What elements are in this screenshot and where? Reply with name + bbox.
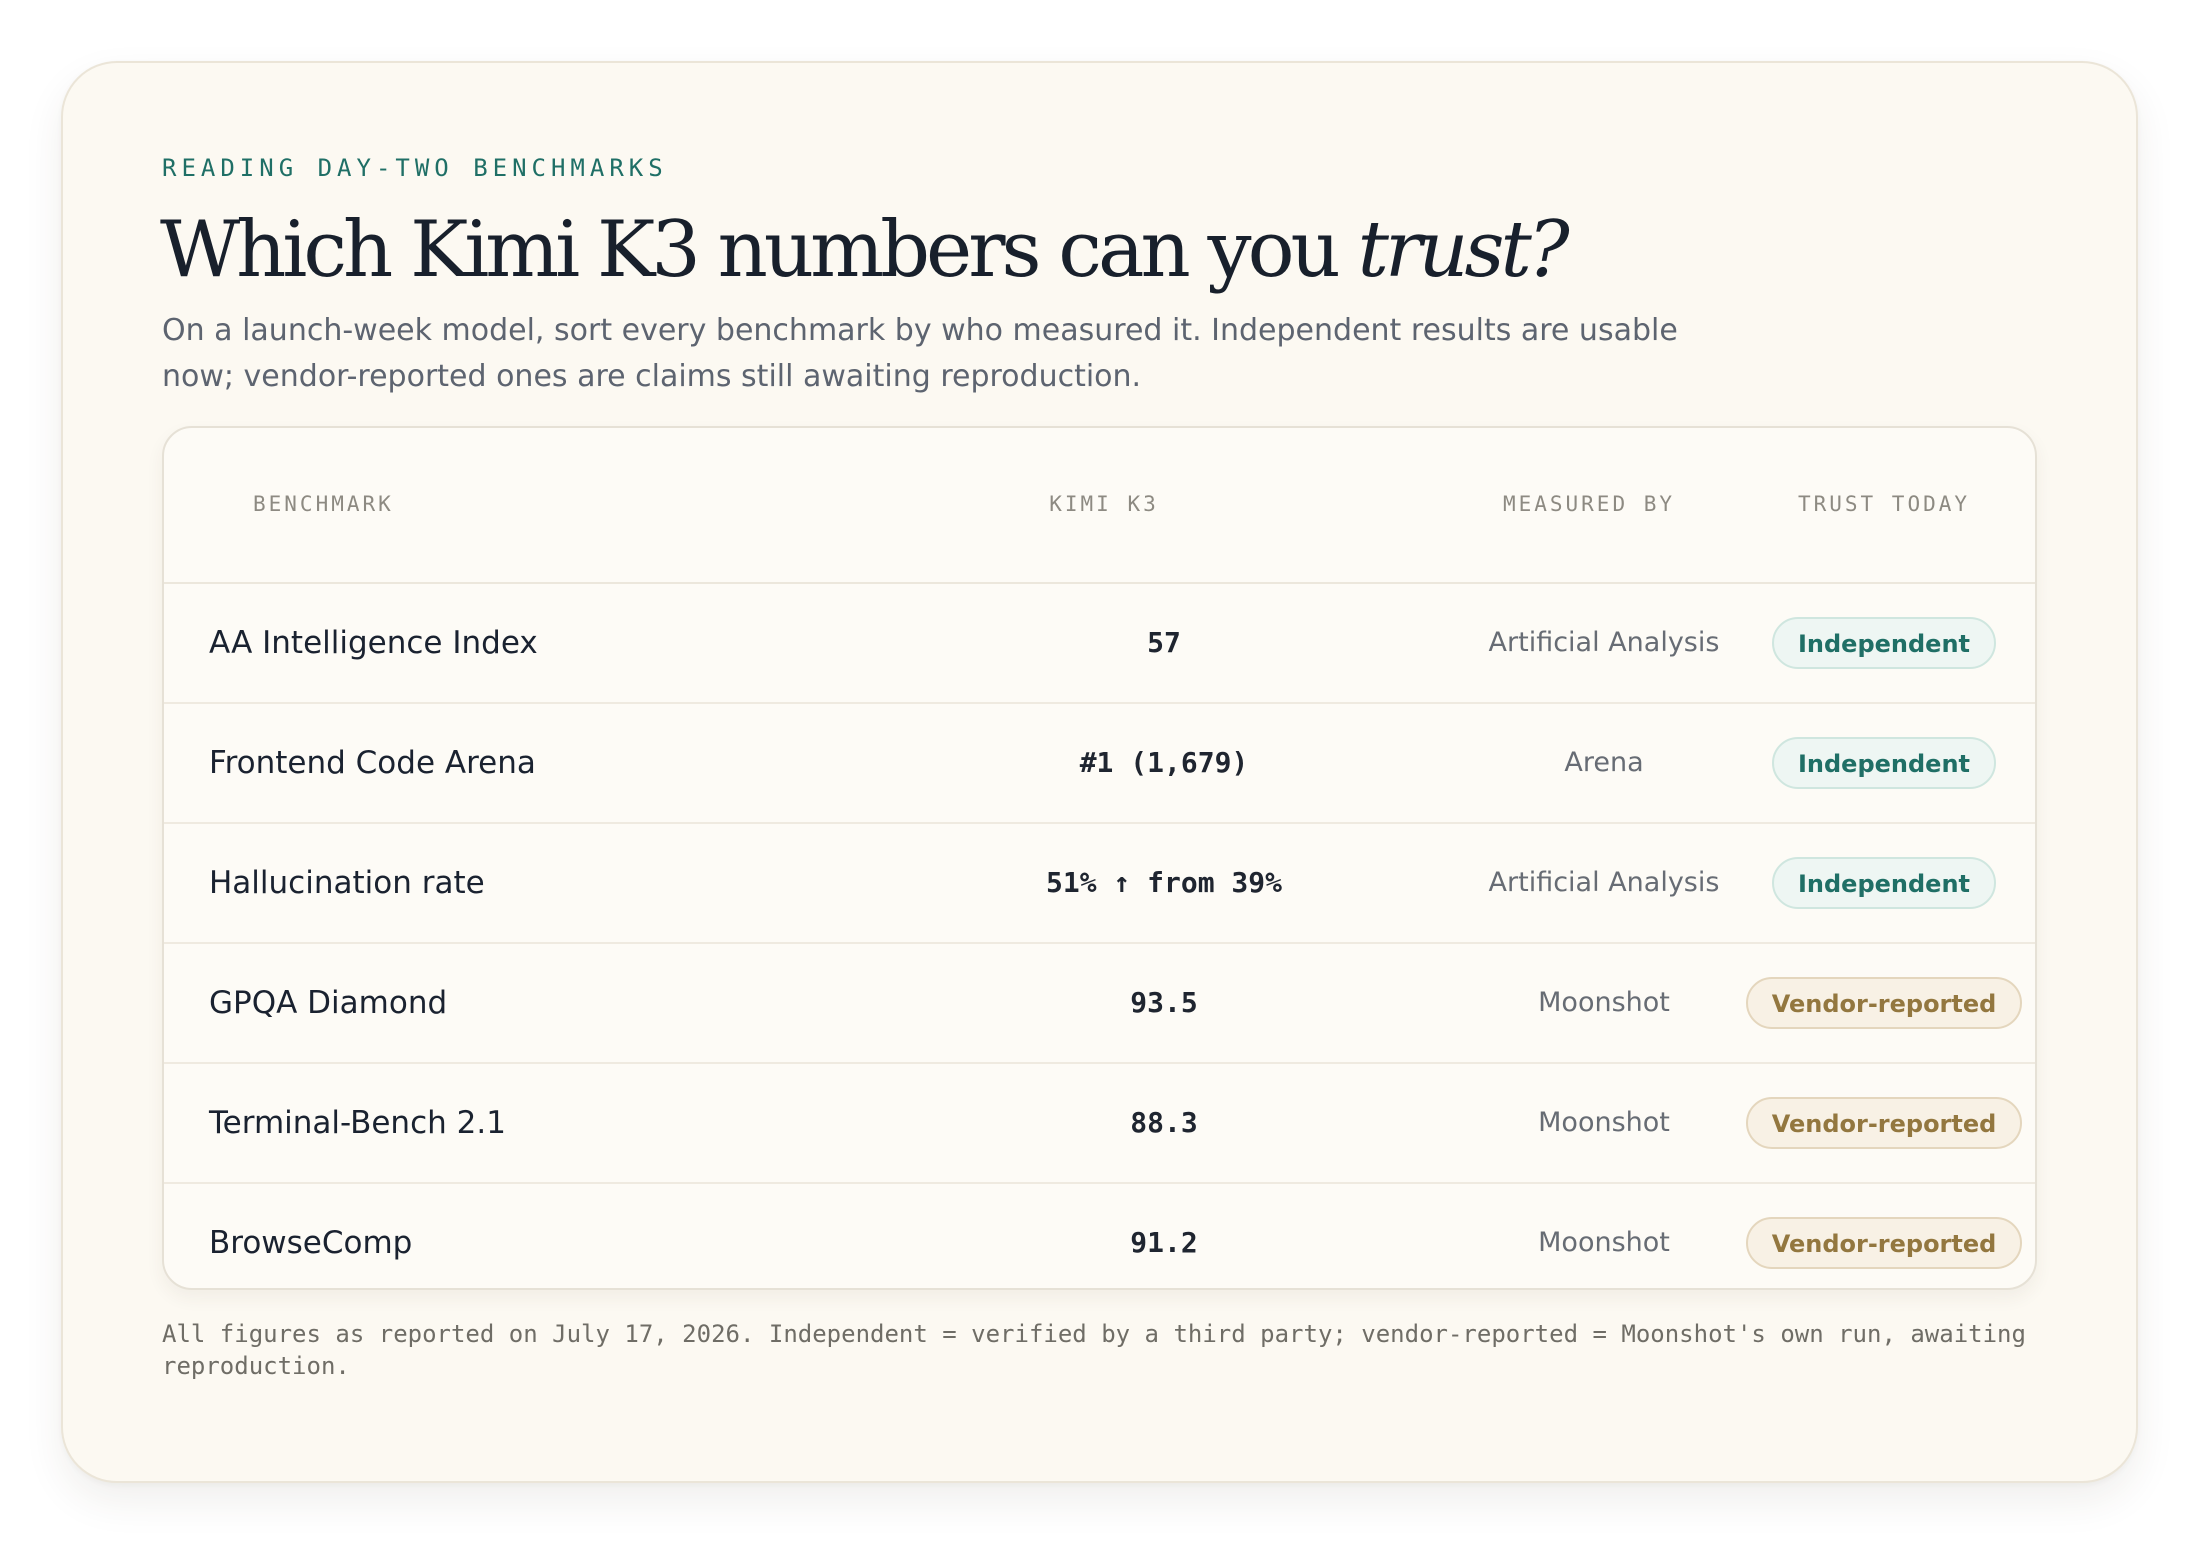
benchmark-table: BENCHMARK KIMI K3 MEASURED BY TRUST TODA… <box>162 426 2037 1290</box>
table-row: Hallucination rate 51% ↑ from 39% Artifici… <box>164 824 2035 944</box>
vendor-reported-badge: Vendor-reported <box>1745 977 2023 1029</box>
cell-trust: Independent <box>1754 704 2014 822</box>
cell-benchmark: BrowseComp <box>209 1225 413 1261</box>
cell-benchmark: Hallucination rate <box>209 865 485 901</box>
vendor-reported-badge: Vendor-reported <box>1745 1217 2023 1269</box>
footnote: All figures as reported on July 17, 2026… <box>162 1320 2026 1380</box>
independent-badge: Independent <box>1771 737 1997 789</box>
table-row: Terminal-Bench 2.1 88.3 Moonshot Vendor-rep… <box>164 1064 2035 1184</box>
cell-trust: Vendor-reported <box>1745 1064 2023 1182</box>
column-header-measured-by: MEASURED BY <box>1502 492 1676 516</box>
table-row: GPQA Diamond 93.5 Moonshot Vendor-reported <box>164 944 2035 1064</box>
cell-benchmark: Frontend Code Arena <box>209 745 536 781</box>
cell-trust: Vendor-reported <box>1745 1184 2023 1288</box>
cell-trust: Independent <box>1754 824 2014 942</box>
vendor-reported-badge: Vendor-reported <box>1745 1097 2023 1149</box>
eyebrow-label: READING DAY-TWO BENCHMARKS <box>162 154 668 182</box>
cell-benchmark: AA Intelligence Index <box>209 625 538 661</box>
table-row: BrowseComp 91.2 Moonshot Vendor-reported <box>164 1184 2035 1288</box>
independent-badge: Independent <box>1771 857 1997 909</box>
table-header: BENCHMARK KIMI K3 MEASURED BY TRUST TODA… <box>164 428 2035 584</box>
independent-badge: Independent <box>1771 617 1997 669</box>
cell-trust: Vendor-reported <box>1745 944 2023 1062</box>
page-title: Which Kimi K3 numbers can you trust? <box>160 200 1570 300</box>
table-row: AA Intelligence Index 57 Artificial Analys… <box>164 584 2035 704</box>
cell-benchmark: GPQA Diamond <box>209 985 448 1021</box>
title-emphasis: trust? <box>1357 205 1570 295</box>
cell-trust: Independent <box>1754 584 2014 702</box>
table-row: Frontend Code Arena #1 (1,679) Arena Indepe… <box>164 704 2035 824</box>
column-header-benchmark: BENCHMARK <box>253 492 394 516</box>
title-main: Which Kimi K3 numbers can you <box>160 205 1358 295</box>
table-body: AA Intelligence Index 57 Artificial Analys… <box>164 584 2035 1288</box>
column-header-trust: TRUST TODAY <box>1797 492 1971 516</box>
page-subtitle: On a launch-week model, sort every bench… <box>162 313 1678 394</box>
column-header-kimi: KIMI K3 <box>1049 492 1159 516</box>
cell-benchmark: Terminal-Bench 2.1 <box>209 1105 506 1141</box>
